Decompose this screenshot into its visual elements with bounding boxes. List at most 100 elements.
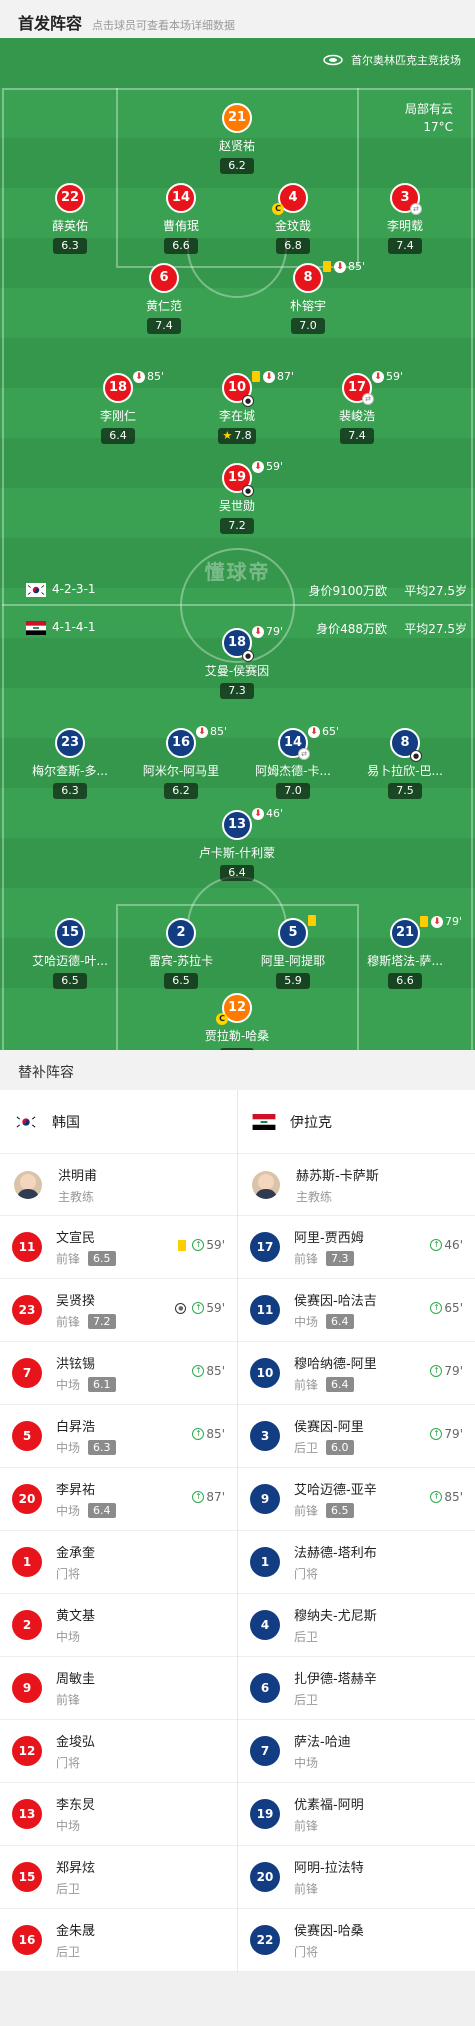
jersey-number: 4 (250, 1610, 280, 1640)
subs-title: 替补阵容 (0, 1050, 475, 1090)
sub-row-19[interactable]: 19 优素福-阿明 前锋 (238, 1783, 475, 1846)
sub-on-icon: ↑ (192, 1365, 205, 1377)
player-12[interactable]: 12C 贾拉勒-哈桑 6.0 (182, 993, 292, 1050)
player-15[interactable]: 15 艾哈迈德-叶... 6.5 (15, 918, 125, 989)
away-team-name: 伊拉克 (290, 1114, 332, 1131)
sub-row-22[interactable]: 22 侯赛因-哈桑 门将 (238, 1909, 475, 1972)
sub-row-12[interactable]: 12 金埈弘 门将 (0, 1720, 237, 1783)
sub-row-16[interactable]: 16 金朱晟 后卫 (0, 1909, 237, 1972)
jersey-number: 8 (293, 263, 323, 293)
sub-player-position: 中场 (294, 1756, 319, 1770)
home-team-name: 韩国 (52, 1114, 80, 1131)
jersey-number: 23 (55, 728, 85, 758)
jersey-number: 22 (250, 1925, 280, 1955)
sub-on-minute: 85' (444, 1490, 463, 1504)
sub-off-icon: ⬇ (334, 260, 346, 273)
sub-row-17[interactable]: 17 阿里-贾西姆 前锋 7.3 ↑ 46' (238, 1216, 475, 1279)
iraq-flag-icon (26, 621, 46, 635)
sub-row-20[interactable]: 20 阿明-拉法特 前锋 (238, 1846, 475, 1909)
sub-player-name: 扎伊德-塔赫辛 (294, 1672, 377, 1687)
venue-name: 首尔奥林匹克主竞技场 (351, 54, 461, 67)
player-6[interactable]: 6 黄仁范 7.4 (109, 263, 219, 334)
sub-row-3[interactable]: 3 侯赛因-阿里 后卫 6.0 ↑ 79' (238, 1405, 475, 1468)
player-marker: 8 ● (390, 728, 422, 762)
home-avg-age: 平均27.5岁 (404, 584, 467, 598)
rating-value: 6.4 (228, 866, 246, 879)
sub-row-9[interactable]: 9 艾哈迈德-亚辛 前锋 6.5 ↑ 85' (238, 1468, 475, 1531)
player-22[interactable]: 22 薛英佑 6.3 (15, 183, 125, 254)
player-rating: 7.4 (340, 428, 374, 444)
player-18[interactable]: 18 ⬇ 85' 李刚仁 6.4 (63, 370, 173, 444)
sub-row-4[interactable]: 4 穆纳夫-尤尼斯 后卫 (238, 1594, 475, 1657)
player-21[interactable]: 21 赵贤祐 6.2 (182, 103, 292, 174)
event-badges: ⬇ 59' (372, 370, 403, 383)
sub-row-15[interactable]: 15 郑昇炫 后卫 (0, 1846, 237, 1909)
sub-row-10[interactable]: 10 穆哈纳德-阿里 前锋 6.4 ↑ 79' (238, 1342, 475, 1405)
player-23[interactable]: 23 梅尔查斯-多... 6.3 (15, 728, 125, 799)
rating-value: 7.4 (396, 239, 414, 252)
event-badges (308, 915, 319, 926)
player-name: 薛英佑 (51, 219, 88, 233)
sub-on-minute: 79' (444, 1364, 463, 1378)
sub-row-13[interactable]: 13 李东炅 中场 (0, 1783, 237, 1846)
player-8[interactable]: 8 ● 易卜拉欣-巴... 7.5 (350, 728, 460, 799)
away-coach[interactable]: 赫苏斯-卡萨斯 主教练 (238, 1154, 475, 1216)
sub-row-9[interactable]: 9 周敏圭 前锋 (0, 1657, 237, 1720)
sub-off-icon: ⬇ (431, 915, 443, 928)
event-badges: ⬇ 59' (252, 460, 283, 473)
player-18[interactable]: 18 ⬇ 79' ● 艾曼-侯赛因 7.3 (182, 625, 292, 699)
player-19[interactable]: 19 ⬇ 59' ● 吴世勋 7.2 (182, 460, 292, 534)
player-rating: 6.3 (53, 238, 87, 254)
jersey-number: 16 (12, 1925, 42, 1955)
sub-player-name: 吴贤揆 (56, 1294, 96, 1309)
player-17[interactable]: 17 ⬇ 59' ⇄ 裴峻浩 7.4 (302, 370, 412, 444)
sub-player-rating: 7.2 (88, 1314, 116, 1329)
player-14[interactable]: 14 ⬇ 65' ⇄ 阿姆杰德-卡... 7.0 (238, 725, 348, 799)
assist-icon: ⇄ (410, 203, 422, 215)
player-marker: 5 (278, 915, 316, 948)
player-rating: 6.2 (220, 158, 254, 174)
rating-value: 7.0 (284, 784, 302, 797)
player-2[interactable]: 2 雷宾-苏拉卡 6.5 (126, 918, 236, 989)
sub-row-5[interactable]: 5 白昇浩 中场 6.3 ↑ 85' (0, 1405, 237, 1468)
player-8[interactable]: 8 ⬇ 85' 朴镕宇 7.0 (253, 260, 365, 334)
captain-icon: C (272, 203, 284, 215)
sub-row-1[interactable]: 1 法赫德-塔利布 门将 (238, 1531, 475, 1594)
jersey-number: 7 (12, 1358, 42, 1388)
player-3[interactable]: 3 ⇄ 李明载 7.4 (350, 183, 460, 254)
yellow-card-icon (308, 915, 316, 926)
sub-player-position: 前锋 (294, 1819, 319, 1833)
sub-row-11[interactable]: 11 侯赛因-哈法吉 中场 6.4 ↑ 65' (238, 1279, 475, 1342)
sub-row-20[interactable]: 20 李昇祐 中场 6.4 ↑ 87' (0, 1468, 237, 1531)
player-name: 吴世勋 (218, 499, 255, 513)
home-coach[interactable]: 洪明甫 主教练 (0, 1154, 237, 1216)
event-badges: ⬇ 46' (252, 807, 283, 820)
sub-row-11[interactable]: 11 文宣民 前锋 6.5 ↑ 59' (0, 1216, 237, 1279)
player-marker: 2 (166, 918, 196, 948)
sub-row-1[interactable]: 1 金承奎 门将 (0, 1531, 237, 1594)
sub-player-name: 穆纳夫-尤尼斯 (294, 1609, 377, 1624)
goal-icon: ● (175, 1302, 187, 1314)
sub-player-position: 后卫 (56, 1882, 81, 1896)
assist-icon: ⇄ (298, 748, 310, 760)
player-name: 梅尔查斯-多... (32, 764, 108, 778)
player-name: 艾哈迈德-叶... (32, 954, 108, 968)
player-marker: 21 (222, 103, 252, 133)
player-rating: 6.5 (53, 973, 87, 989)
sub-row-7[interactable]: 7 洪铉锡 中场 6.1 ↑ 85' (0, 1342, 237, 1405)
sub-row-23[interactable]: 23 吴贤揆 前锋 7.2 ● ↑ 59' (0, 1279, 237, 1342)
sub-row-7[interactable]: 7 萨法-哈迪 中场 (238, 1720, 475, 1783)
sub-row-2[interactable]: 2 黄文基 中场 (0, 1594, 237, 1657)
event-badges: ⬇ 79' (252, 625, 283, 638)
player-name: 卢卡斯-什利蒙 (198, 846, 276, 860)
player-13[interactable]: 13 ⬇ 46' 卢卡斯-什利蒙 6.4 (182, 807, 292, 881)
player-10[interactable]: 10 ⬇ 87' ● 李在城 ★ 7.8 (182, 370, 294, 444)
player-4[interactable]: 4 C 金玟哉 6.8 (238, 183, 348, 254)
avatar (252, 1170, 280, 1199)
player-5[interactable]: 5 阿里-阿提耶 5.9 (238, 915, 348, 989)
player-14[interactable]: 14 曹侑珉 6.6 (126, 183, 236, 254)
player-21[interactable]: 21 ⬇ 79' 穆斯塔法-萨... 6.6 (350, 915, 462, 989)
korea-flag-icon (26, 583, 46, 597)
player-16[interactable]: 16 ⬇ 85' 阿米尔-阿马里 6.2 (126, 725, 236, 799)
sub-row-6[interactable]: 6 扎伊德-塔赫辛 后卫 (238, 1657, 475, 1720)
